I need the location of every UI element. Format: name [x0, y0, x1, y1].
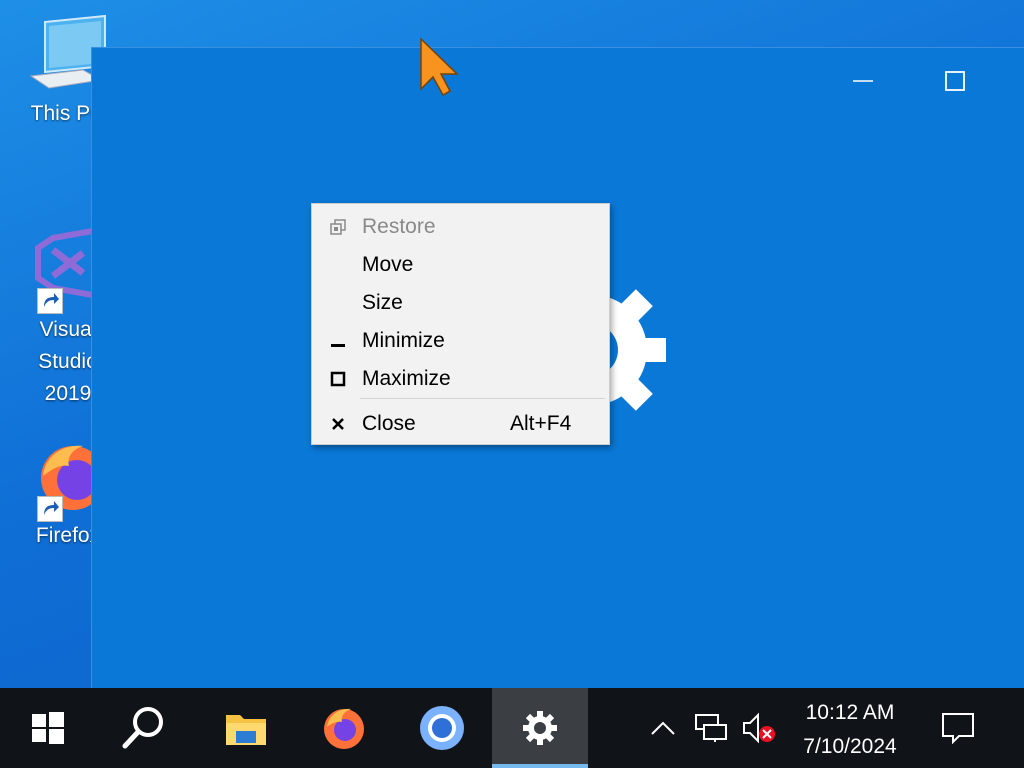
- firefox-icon: [324, 708, 364, 749]
- taskbar: 10:12 AM 7/10/2024: [0, 688, 1024, 768]
- folder-icon: [226, 715, 266, 745]
- shortcut-arrow-icon: [37, 496, 63, 522]
- show-hidden-icons-button[interactable]: [646, 688, 680, 768]
- menu-item-label: Close: [362, 412, 416, 435]
- start-button[interactable]: [0, 688, 96, 768]
- search-icon: [122, 707, 163, 749]
- windows-logo-icon: [32, 712, 64, 744]
- file-explorer-button[interactable]: [198, 688, 294, 768]
- minimize-icon: [853, 80, 873, 82]
- menu-item-minimize[interactable]: Minimize: [312, 324, 609, 358]
- gear-icon: [523, 711, 557, 745]
- maximize-icon: [328, 362, 348, 396]
- volume-muted-icon: [743, 712, 775, 744]
- firefox-taskbar-button[interactable]: [296, 688, 392, 768]
- volume-tray-button[interactable]: [740, 688, 780, 768]
- minimize-button[interactable]: [840, 48, 886, 114]
- clock-date: 7/10/2024: [803, 735, 897, 758]
- menu-item-restore[interactable]: Restore: [312, 210, 609, 244]
- menu-item-label: Maximize: [362, 367, 451, 390]
- network-icon: [695, 714, 727, 742]
- chevron-up-icon: [651, 721, 675, 735]
- maximize-button[interactable]: [932, 48, 978, 114]
- settings-taskbar-button[interactable]: [492, 688, 588, 768]
- notification-icon: [942, 713, 974, 744]
- network-tray-button[interactable]: [692, 688, 730, 768]
- menu-item-move[interactable]: Move: [312, 248, 609, 282]
- shortcut-arrow-icon: [37, 288, 63, 314]
- menu-item-close[interactable]: Close Alt+F4: [312, 407, 609, 441]
- search-button[interactable]: [96, 688, 192, 768]
- maximize-icon: [945, 71, 965, 91]
- menu-item-label: Restore: [362, 215, 436, 238]
- menu-item-label: Size: [362, 291, 403, 314]
- minimize-icon: [328, 324, 348, 358]
- menu-item-label: Move: [362, 253, 414, 276]
- chromium-taskbar-button[interactable]: [394, 688, 490, 768]
- window-system-menu: Restore Move Size Minimize Maximize Clos…: [311, 203, 610, 445]
- restore-icon: [328, 210, 348, 244]
- menu-separator: [360, 398, 605, 399]
- mouse-cursor-icon: [420, 37, 459, 97]
- menu-item-size[interactable]: Size: [312, 286, 609, 320]
- menu-item-accelerator: Alt+F4: [510, 412, 572, 435]
- menu-item-label: Minimize: [362, 329, 445, 352]
- menu-item-maximize[interactable]: Maximize: [312, 362, 609, 396]
- clock-time: 10:12 AM: [805, 701, 895, 724]
- chromium-icon: [420, 706, 464, 750]
- close-icon: [328, 407, 348, 441]
- notification-center-button[interactable]: [936, 688, 980, 768]
- clock-button[interactable]: 10:12 AM 7/10/2024: [786, 696, 914, 764]
